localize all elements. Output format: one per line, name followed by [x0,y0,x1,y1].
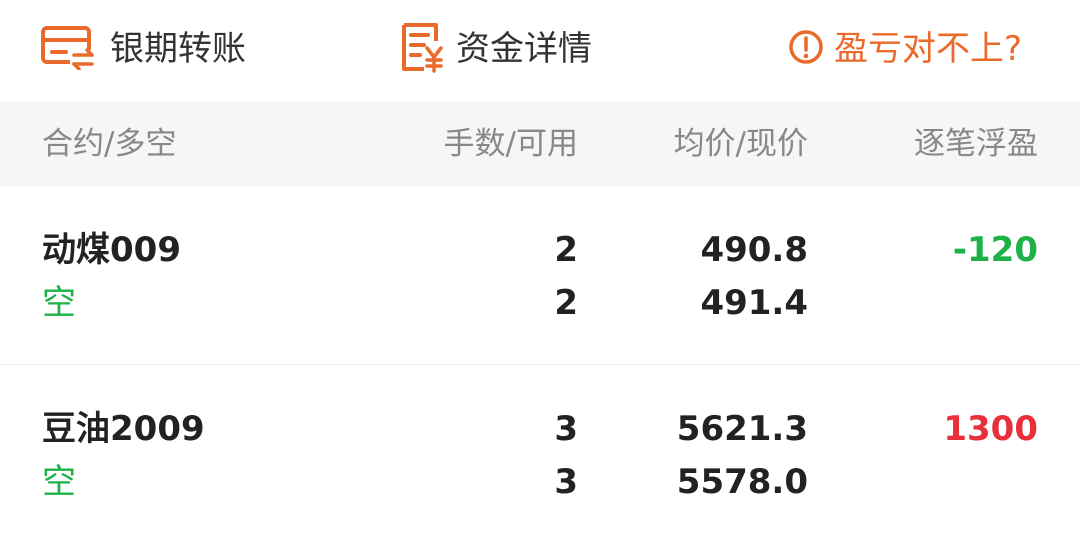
bank-transfer-button[interactable]: 银期转账 [40,22,246,76]
fund-details-label: 资金详情 [456,29,592,69]
position-available: 3 [554,462,578,502]
fund-details-icon [398,21,446,77]
info-circle-icon [788,29,824,69]
action-toolbar: 银期转账 资金详情 盈亏对不上? [0,0,1080,100]
header-contract: 合约/多空 [42,126,177,162]
position-direction: 空 [42,462,76,502]
position-row[interactable]: 豆油2009 空 3 3 5621.3 5578.0 1300 [0,365,1080,536]
bank-transfer-icon [40,24,96,74]
floating-pnl: 1300 [943,409,1038,449]
bank-transfer-label: 银期转账 [110,29,246,69]
position-available: 2 [554,283,578,323]
contract-name: 动煤009 [42,230,181,270]
current-price: 5578.0 [676,462,808,502]
positions-page: 银期转账 资金详情 盈亏对不上? 合约/多空 手数/可用 均价/现价 逐笔浮盈 … [0,0,1080,536]
position-lots: 3 [554,409,578,449]
position-direction: 空 [42,283,76,323]
pnl-mismatch-label: 盈亏对不上? [833,29,1022,69]
header-lots: 手数/可用 [443,126,578,162]
header-pnl: 逐笔浮盈 [914,126,1038,162]
average-price: 5621.3 [676,409,808,449]
positions-table-header: 合约/多空 手数/可用 均价/现价 逐笔浮盈 [0,102,1080,186]
average-price: 490.8 [700,230,808,270]
position-row[interactable]: 动煤009 空 2 2 490.8 491.4 -120 [0,186,1080,364]
position-lots: 2 [554,230,578,270]
current-price: 491.4 [700,283,808,323]
contract-name: 豆油2009 [42,409,205,449]
pnl-mismatch-link[interactable]: 盈亏对不上? [788,22,1022,76]
floating-pnl: -120 [952,230,1038,270]
fund-details-button[interactable]: 资金详情 [398,22,592,76]
header-price: 均价/现价 [673,126,808,162]
